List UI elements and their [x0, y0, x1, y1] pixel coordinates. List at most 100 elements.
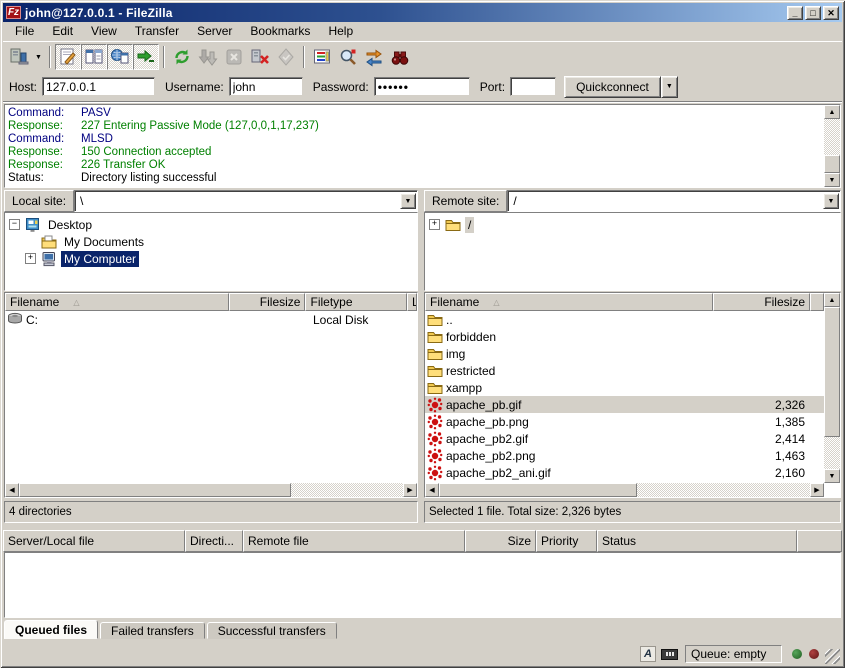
resize-grip[interactable] — [825, 649, 840, 664]
file-row[interactable]: apache_pb2_ani.gif 2,160 — [425, 464, 824, 481]
tab-successful-transfers[interactable]: Successful transfers — [207, 622, 337, 639]
log-scrollbar[interactable]: ▲ ▼ — [824, 105, 840, 187]
expand-icon[interactable]: + — [429, 219, 440, 230]
scroll-left-icon[interactable]: ◀ — [5, 483, 19, 497]
log-text: 150 Connection accepted — [81, 146, 211, 159]
file-row[interactable]: xampp — [425, 379, 824, 396]
close-button[interactable]: ✕ — [823, 6, 839, 20]
file-row[interactable]: apache_pb2.gif 2,414 — [425, 430, 824, 447]
toggle-remote-treeview-button[interactable] — [107, 44, 133, 70]
reconnect-button[interactable] — [273, 44, 299, 70]
menu-transfer[interactable]: Transfer — [126, 22, 188, 41]
remote-vscrollbar[interactable]: ▲ ▼ — [824, 293, 840, 483]
scroll-right-icon[interactable]: ▶ — [810, 483, 824, 497]
remote-list-body[interactable]: .. forbidden img — [425, 311, 824, 483]
file-row-selected[interactable]: apache_pb.gif 2,326 — [425, 396, 824, 413]
menu-server[interactable]: Server — [188, 22, 241, 41]
disconnect-button[interactable] — [247, 44, 273, 70]
local-tree[interactable]: − Desktop — [4, 212, 418, 291]
file-row[interactable]: .. — [425, 311, 824, 328]
tree-item-root[interactable]: + / — [429, 216, 840, 233]
file-row[interactable]: apache_pb2.png 1,463 — [425, 447, 824, 464]
column-remote-file[interactable]: Remote file — [243, 530, 465, 552]
collapse-icon[interactable]: − — [9, 219, 20, 230]
remote-status-text: Selected 1 file. Total size: 2,326 bytes — [429, 506, 621, 518]
quickconnect-dropdown[interactable]: ▼ — [661, 76, 678, 98]
process-queue-button[interactable] — [195, 44, 221, 70]
tree-item-my-documents[interactable]: My Documents — [9, 233, 417, 250]
site-manager-button[interactable] — [6, 44, 32, 70]
compare-directories-button[interactable] — [335, 44, 361, 70]
column-server-local-file[interactable]: Server/Local file — [3, 530, 185, 552]
scrollbar-thumb[interactable] — [824, 307, 840, 437]
column-filetype[interactable]: Filetype — [305, 293, 407, 311]
filter-button[interactable] — [309, 44, 335, 70]
column-filesize[interactable]: Filesize — [713, 293, 810, 311]
speed-limit-icon[interactable] — [661, 649, 678, 660]
cancel-operation-button[interactable] — [221, 44, 247, 70]
password-input[interactable] — [374, 77, 470, 96]
file-row-c-drive[interactable]: C: Local Disk — [5, 311, 417, 328]
local-hscrollbar[interactable]: ◀ ▶ — [5, 483, 417, 497]
scroll-up-icon[interactable]: ▲ — [824, 105, 840, 119]
local-site-combobox[interactable]: \ ▼ — [74, 190, 418, 212]
tree-item-my-computer[interactable]: + My Computer — [9, 250, 417, 267]
quickconnect-button[interactable]: Quickconnect — [564, 76, 661, 98]
scrollbar-thumb[interactable] — [19, 483, 291, 497]
image-file-icon — [427, 397, 443, 413]
scrollbar-thumb[interactable] — [439, 483, 637, 497]
toggle-transfer-queue-button[interactable] — [133, 44, 159, 70]
maximize-button[interactable]: □ — [805, 6, 821, 20]
column-label: Remote file — [248, 534, 309, 548]
tab-queued-files[interactable]: Queued files — [4, 620, 98, 639]
message-log-lines[interactable]: Command:PASV Response:227 Entering Passi… — [5, 105, 824, 187]
toggle-message-log-button[interactable] — [55, 44, 81, 70]
local-list-body[interactable]: C: Local Disk — [5, 311, 417, 483]
file-row[interactable]: forbidden — [425, 328, 824, 345]
scroll-down-icon[interactable]: ▼ — [824, 469, 840, 483]
scroll-right-icon[interactable]: ▶ — [403, 483, 417, 497]
username-input[interactable] — [229, 77, 303, 96]
remote-hscrollbar[interactable]: ◀ ▶ — [425, 483, 824, 497]
remote-tree[interactable]: + / — [424, 212, 841, 291]
column-filename[interactable]: Filename △ — [425, 293, 713, 311]
dropdown-arrow-icon[interactable]: ▼ — [823, 193, 839, 209]
scroll-left-icon[interactable]: ◀ — [425, 483, 439, 497]
local-site-value: \ — [80, 194, 83, 208]
file-row[interactable]: restricted — [425, 362, 824, 379]
menu-file[interactable]: File — [6, 22, 43, 41]
menu-view[interactable]: View — [82, 22, 126, 41]
host-input[interactable] — [42, 77, 155, 96]
menu-help[interactable]: Help — [319, 22, 362, 41]
column-filesize[interactable]: Filesize — [229, 293, 306, 311]
sort-asc-icon: △ — [73, 298, 79, 307]
tree-item-desktop[interactable]: − Desktop — [9, 216, 417, 233]
title-bar[interactable]: Fz john@127.0.0.1 - FileZilla _ □ ✕ — [3, 3, 842, 22]
remote-site-combobox[interactable]: / ▼ — [507, 190, 841, 212]
expand-icon[interactable]: + — [25, 253, 36, 264]
synchronized-browsing-button[interactable] — [361, 44, 387, 70]
site-manager-dropdown[interactable]: ▼ — [32, 44, 45, 70]
column-filename[interactable]: Filename △ — [5, 293, 229, 311]
menu-bookmarks[interactable]: Bookmarks — [241, 22, 319, 41]
minimize-button[interactable]: _ — [787, 6, 803, 20]
find-files-button[interactable] — [387, 44, 413, 70]
column-last-modified[interactable]: L — [407, 293, 417, 311]
file-row[interactable]: apache_pb.png 1,385 — [425, 413, 824, 430]
queue-list[interactable] — [4, 552, 841, 618]
file-row[interactable]: img — [425, 345, 824, 362]
column-direction[interactable]: Directi... — [185, 530, 243, 552]
transfer-type-ascii-icon[interactable]: A — [640, 646, 656, 662]
scrollbar-thumb[interactable] — [824, 155, 840, 173]
scroll-up-icon[interactable]: ▲ — [824, 293, 840, 307]
column-priority[interactable]: Priority — [536, 530, 597, 552]
column-status[interactable]: Status — [597, 530, 797, 552]
scroll-down-icon[interactable]: ▼ — [824, 173, 840, 187]
column-size[interactable]: Size — [465, 530, 536, 552]
toggle-local-treeview-button[interactable] — [81, 44, 107, 70]
tab-failed-transfers[interactable]: Failed transfers — [100, 622, 205, 639]
menu-edit[interactable]: Edit — [43, 22, 82, 41]
port-input[interactable] — [510, 77, 556, 96]
dropdown-arrow-icon[interactable]: ▼ — [400, 193, 416, 209]
refresh-button[interactable] — [169, 44, 195, 70]
